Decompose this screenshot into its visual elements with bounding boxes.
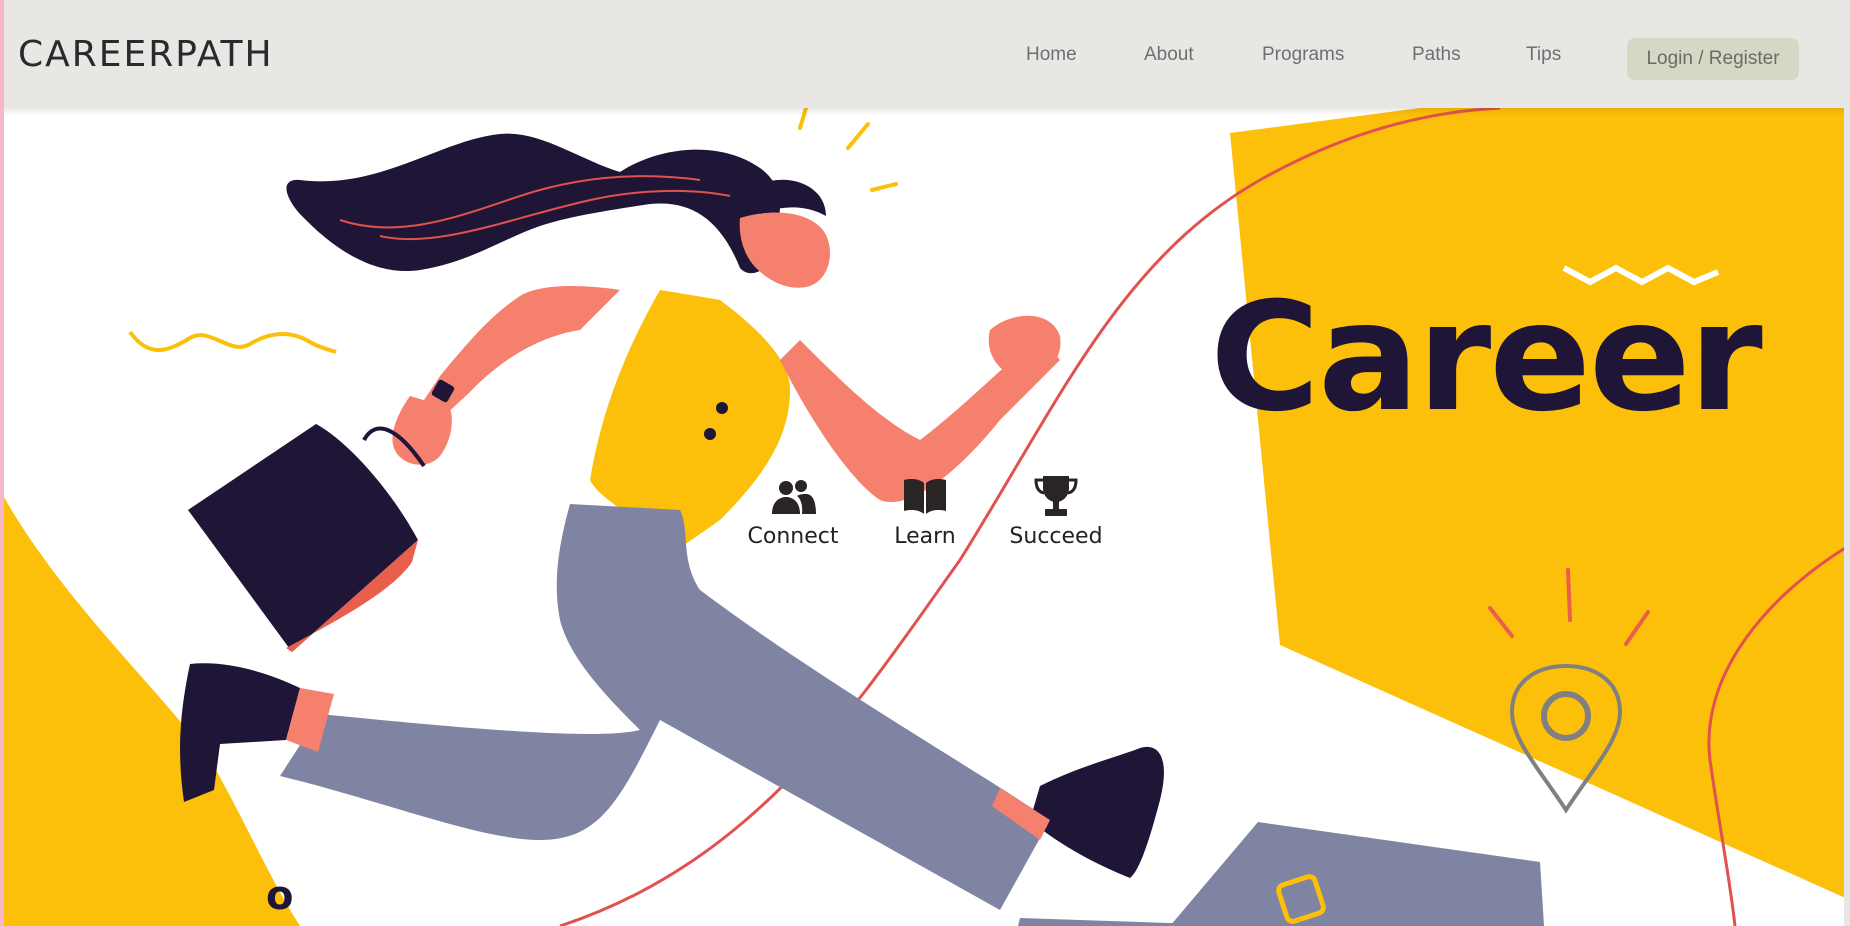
feature-connect[interactable]: Connect bbox=[728, 474, 858, 549]
feature-learn[interactable]: Learn bbox=[860, 474, 990, 549]
trophy-icon bbox=[1034, 476, 1078, 516]
yellow-spark-lines bbox=[798, 108, 898, 192]
right-scrollbar-track[interactable] bbox=[1844, 0, 1850, 926]
yellow-blob-right bbox=[1230, 108, 1850, 900]
yellow-squiggle bbox=[128, 330, 337, 354]
woman-back-arm bbox=[424, 286, 620, 416]
hero-section: Connect Learn Succeed Career o bbox=[0, 108, 1850, 926]
nav-paths-link[interactable]: Paths bbox=[1412, 44, 1461, 66]
login-register-button[interactable]: Login / Register bbox=[1627, 38, 1799, 80]
people-icon bbox=[772, 480, 816, 514]
feature-succeed-label: Succeed bbox=[1009, 524, 1103, 549]
nav-programs-link[interactable]: Programs bbox=[1262, 44, 1344, 66]
hero-title: Career bbox=[1210, 271, 1763, 445]
brand-logo[interactable]: CAREERPATH bbox=[18, 34, 274, 75]
book-icon bbox=[904, 479, 946, 514]
laptop-shape bbox=[1170, 822, 1544, 926]
woman-hair bbox=[286, 133, 780, 274]
feature-succeed[interactable]: Succeed bbox=[991, 474, 1121, 549]
nav-about-link[interactable]: About bbox=[1144, 44, 1194, 66]
nav-home-link[interactable]: Home bbox=[1026, 44, 1077, 66]
feature-connect-label: Connect bbox=[747, 524, 839, 549]
left-window-edge bbox=[0, 0, 4, 926]
nav-tips-link[interactable]: Tips bbox=[1526, 44, 1561, 66]
feature-learn-label: Learn bbox=[894, 524, 956, 549]
handbag bbox=[188, 424, 418, 652]
top-navbar: CAREERPATH Home About Programs Paths Tip… bbox=[0, 0, 1850, 108]
woman-back-shoe bbox=[180, 663, 300, 802]
corner-marker: o bbox=[266, 873, 294, 919]
woman-face bbox=[739, 212, 830, 288]
woman-front-shoe bbox=[1030, 746, 1164, 878]
